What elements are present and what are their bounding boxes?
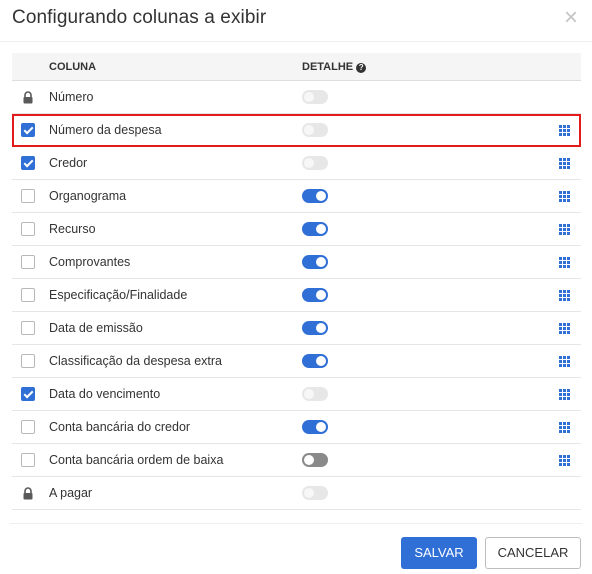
header-divider xyxy=(0,41,592,42)
detail-toggle[interactable] xyxy=(302,189,328,203)
detail-toggle[interactable] xyxy=(302,222,328,236)
table-row: Número da despesa xyxy=(12,114,581,147)
detail-toggle[interactable] xyxy=(302,420,328,434)
row-checkbox[interactable] xyxy=(21,453,35,467)
detail-toggle[interactable] xyxy=(302,288,328,302)
grid-icon[interactable] xyxy=(559,454,571,466)
table-row: Recurso xyxy=(12,213,581,246)
help-icon[interactable]: ? xyxy=(356,63,367,73)
row-checkbox[interactable] xyxy=(21,387,35,401)
grid-icon[interactable] xyxy=(559,124,571,136)
grid-icon[interactable] xyxy=(559,289,571,301)
detail-toggle xyxy=(302,387,328,401)
detail-toggle xyxy=(302,123,328,137)
detail-toggle xyxy=(302,90,328,104)
row-label: Credor xyxy=(49,156,88,170)
row-label: Comprovantes xyxy=(49,255,131,269)
table-row: Credor xyxy=(12,147,581,180)
detail-toggle xyxy=(302,486,328,500)
table-row: Especificação/Finalidade xyxy=(12,279,581,312)
detail-toggle[interactable] xyxy=(302,354,328,368)
header-column: COLUNA xyxy=(49,61,97,73)
row-label: Organograma xyxy=(49,189,127,203)
table-row: A pagar xyxy=(12,477,581,510)
footer-divider xyxy=(10,523,582,524)
table-row: Data de emissão xyxy=(12,312,581,345)
row-checkbox[interactable] xyxy=(21,288,35,302)
table-row: Data do vencimento xyxy=(12,378,581,411)
table-row: Comprovantes xyxy=(12,246,581,279)
row-label: Número xyxy=(49,90,94,104)
grid-icon[interactable] xyxy=(559,223,571,235)
row-label: Data de emissão xyxy=(49,321,143,335)
save-button[interactable]: SALVAR xyxy=(401,537,477,569)
row-label: Número da despesa xyxy=(49,123,162,137)
row-checkbox[interactable] xyxy=(21,255,35,269)
row-checkbox[interactable] xyxy=(21,189,35,203)
grid-icon[interactable] xyxy=(559,355,571,367)
detail-toggle[interactable] xyxy=(302,321,328,335)
table-row: Conta bancária ordem de baixa xyxy=(12,444,581,477)
row-checkbox[interactable] xyxy=(21,222,35,236)
dialog-header: Configurando colunas a exibir × xyxy=(0,0,592,40)
detail-toggle xyxy=(302,156,328,170)
table-body: Número Número da despesa Credor Organograma… xyxy=(12,81,581,510)
dialog-title: Configurando colunas a exibir xyxy=(12,7,267,28)
row-checkbox[interactable] xyxy=(21,156,35,170)
row-label: Conta bancária ordem de baixa xyxy=(49,453,224,467)
grid-icon[interactable] xyxy=(559,256,571,268)
lock-icon xyxy=(22,91,34,109)
row-label: Especificação/Finalidade xyxy=(49,288,188,302)
row-checkbox[interactable] xyxy=(21,420,35,434)
table-row: Número xyxy=(12,81,581,114)
detail-toggle[interactable] xyxy=(302,255,328,269)
row-label: Classificação da despesa extra xyxy=(49,354,223,368)
column-config-dialog: Configurando colunas a exibir × COLUNA D… xyxy=(0,0,592,574)
table-row: Organograma xyxy=(12,180,581,213)
header-detail: DETALHE? xyxy=(302,61,367,73)
row-label: A pagar xyxy=(49,486,93,500)
columns-table: COLUNA DETALHE? Número Número da despesa C… xyxy=(12,53,581,510)
lock-icon xyxy=(22,487,34,505)
grid-icon[interactable] xyxy=(559,388,571,400)
row-label: Data do vencimento xyxy=(49,387,161,401)
grid-icon[interactable] xyxy=(559,190,571,202)
table-header: COLUNA DETALHE? xyxy=(12,53,581,81)
grid-icon[interactable] xyxy=(559,157,571,169)
close-icon[interactable]: × xyxy=(560,6,582,30)
header-detail-label: DETALHE xyxy=(302,61,354,73)
cancel-button[interactable]: CANCELAR xyxy=(485,537,581,569)
detail-toggle[interactable] xyxy=(302,453,328,467)
table-row: Conta bancária do credor xyxy=(12,411,581,444)
row-label: Conta bancária do credor xyxy=(49,420,191,434)
row-checkbox[interactable] xyxy=(21,321,35,335)
grid-icon[interactable] xyxy=(559,421,571,433)
row-checkbox[interactable] xyxy=(21,354,35,368)
row-checkbox[interactable] xyxy=(21,123,35,137)
table-row: Classificação da despesa extra xyxy=(12,345,581,378)
grid-icon[interactable] xyxy=(559,322,571,334)
row-label: Recurso xyxy=(49,222,96,236)
